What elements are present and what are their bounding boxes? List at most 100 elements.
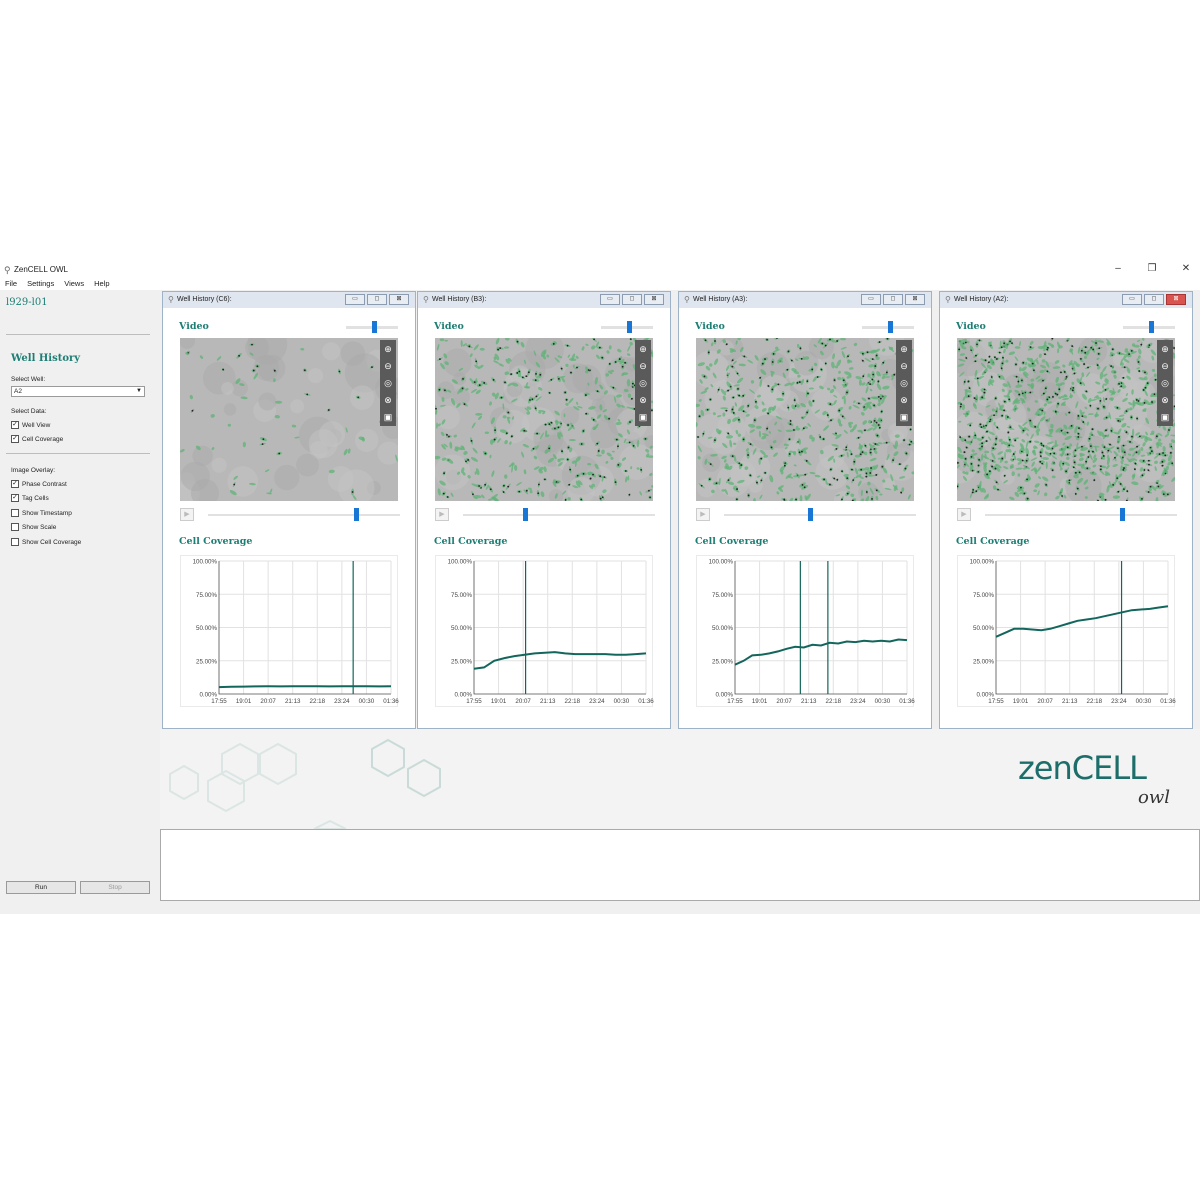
chart-svg: 100.00%75.00%50.00%25.00%0.00%17:55 19:01… (709, 559, 916, 706)
save-icon[interactable]: ▣ (897, 410, 911, 424)
checkbox-well-view[interactable]: ✓ Well View (11, 421, 50, 429)
menu-settings[interactable]: Settings (27, 278, 54, 290)
reset-icon[interactable]: ⊗ (1158, 393, 1172, 407)
minimize-button[interactable]: – (1112, 263, 1124, 274)
panel-icon: ⚲ (684, 295, 690, 304)
panel-close-button[interactable]: ⊠ (644, 294, 664, 305)
well-select[interactable]: A2 ▼ (11, 386, 145, 397)
checkbox-icon[interactable]: ✓ (11, 421, 19, 429)
slider-thumb[interactable] (1148, 321, 1154, 333)
play-button[interactable]: ▶ (180, 508, 194, 521)
play-button[interactable]: ▶ (435, 508, 449, 521)
panel-minimize-button[interactable]: ▭ (600, 294, 620, 305)
save-icon[interactable]: ▣ (636, 410, 650, 424)
project-name: l929-l01 (6, 297, 48, 308)
checkbox-icon[interactable] (11, 523, 19, 531)
save-icon[interactable]: ▣ (1158, 410, 1172, 424)
reset-icon[interactable]: ⊗ (636, 393, 650, 407)
zoom-in-icon[interactable]: ⊕ (1158, 342, 1172, 356)
checkbox-show-cell-coverage[interactable]: Show Cell Coverage (11, 538, 81, 546)
well-history-panel: ⚲ Well History (B3): ▭ ◻ ⊠ Video ⊕ ⊖ ◎ ⊗… (417, 291, 671, 729)
x-tick-label: 01:36 (899, 698, 915, 705)
checkbox-icon[interactable] (11, 538, 19, 546)
video-zoom-slider[interactable] (346, 321, 398, 333)
panel-minimize-button[interactable]: ▭ (861, 294, 881, 305)
timeline-thumb[interactable] (353, 508, 359, 521)
fit-icon[interactable]: ◎ (1158, 376, 1172, 390)
checkbox-cell-coverage[interactable]: ✓ Cell Coverage (11, 435, 63, 443)
well-select-value: A2 (14, 388, 22, 395)
panel-maximize-button[interactable]: ◻ (622, 294, 642, 305)
panel-close-button[interactable]: ⊠ (905, 294, 925, 305)
timeline-slider[interactable] (985, 508, 1177, 521)
reset-icon[interactable]: ⊗ (381, 393, 395, 407)
coverage-series-line (995, 605, 1169, 638)
zoom-out-icon[interactable]: ⊖ (1158, 359, 1172, 373)
fit-icon[interactable]: ◎ (636, 376, 650, 390)
menu-file[interactable]: File (5, 278, 17, 290)
panel-title: Well History (A2): (954, 296, 1009, 303)
zoom-in-icon[interactable]: ⊕ (897, 342, 911, 356)
zoom-out-icon[interactable]: ⊖ (381, 359, 395, 373)
panel-close-button[interactable]: ⊠ (1166, 294, 1186, 305)
x-tick-label: 01:36 (1160, 698, 1176, 705)
slider-thumb[interactable] (887, 321, 893, 333)
timeline-thumb[interactable] (1119, 508, 1125, 521)
restore-button[interactable]: ❐ (1146, 263, 1158, 274)
fit-icon[interactable]: ◎ (897, 376, 911, 390)
panel-maximize-button[interactable]: ◻ (367, 294, 387, 305)
save-icon[interactable]: ▣ (381, 410, 395, 424)
timeline-slider[interactable] (724, 508, 916, 521)
video-zoom-slider[interactable] (1123, 321, 1175, 333)
panel-title: Well History (C6): (177, 296, 232, 303)
panel-maximize-button[interactable]: ◻ (1144, 294, 1164, 305)
x-tick-label: 01:36 (638, 698, 654, 705)
close-button[interactable]: ✕ (1180, 263, 1192, 274)
microscope-image (957, 338, 1175, 501)
zoom-in-icon[interactable]: ⊕ (381, 342, 395, 356)
cell-coverage-label: Cell Coverage (695, 536, 769, 547)
slider-thumb[interactable] (626, 321, 632, 333)
fit-icon[interactable]: ◎ (381, 376, 395, 390)
checkbox-phase-contrast[interactable]: ✓ Phase Contrast (11, 480, 67, 488)
y-tick-label: 25.00% (973, 658, 994, 665)
y-tick-label: 100.00% (709, 559, 734, 566)
timeline-slider[interactable] (463, 508, 655, 521)
slider-thumb[interactable] (371, 321, 377, 333)
play-button[interactable]: ▶ (957, 508, 971, 521)
checkbox-icon[interactable]: ✓ (11, 494, 19, 502)
timeline-thumb[interactable] (808, 508, 814, 521)
timeline-slider[interactable] (208, 508, 400, 521)
x-tick-label: 00:30 (1136, 698, 1152, 705)
reset-icon[interactable]: ⊗ (897, 393, 911, 407)
panel-header: ⚲ Well History (B3): ▭ ◻ ⊠ (418, 292, 670, 308)
menu-views[interactable]: Views (64, 278, 84, 290)
stop-button[interactable]: Stop (80, 881, 150, 894)
x-tick-label: 19:01 (1013, 698, 1029, 705)
zoom-out-icon[interactable]: ⊖ (897, 359, 911, 373)
zoom-out-icon[interactable]: ⊖ (636, 359, 650, 373)
play-button[interactable]: ▶ (696, 508, 710, 521)
video-zoom-slider[interactable] (601, 321, 653, 333)
x-tick-label: 17:55 (727, 698, 743, 705)
panel-minimize-button[interactable]: ▭ (345, 294, 365, 305)
video-zoom-slider[interactable] (862, 321, 914, 333)
run-button[interactable]: Run (6, 881, 76, 894)
y-tick-label: 75.00% (451, 592, 472, 599)
checkbox-label: Phase Contrast (22, 480, 67, 488)
checkbox-tag-cells[interactable]: ✓ Tag Cells (11, 494, 49, 502)
timeline-thumb[interactable] (522, 508, 528, 521)
checkbox-show-scale[interactable]: Show Scale (11, 523, 56, 531)
zoom-in-icon[interactable]: ⊕ (636, 342, 650, 356)
log-output[interactable] (160, 829, 1200, 901)
panel-minimize-button[interactable]: ▭ (1122, 294, 1142, 305)
microscope-image (696, 338, 914, 501)
checkbox-icon[interactable] (11, 509, 19, 517)
checkbox-icon[interactable]: ✓ (11, 435, 19, 443)
y-tick-label: 50.00% (973, 625, 994, 632)
checkbox-show-timestamp[interactable]: Show Timestamp (11, 509, 72, 517)
panel-close-button[interactable]: ⊠ (389, 294, 409, 305)
checkbox-icon[interactable]: ✓ (11, 480, 19, 488)
panel-maximize-button[interactable]: ◻ (883, 294, 903, 305)
menu-help[interactable]: Help (94, 278, 109, 290)
